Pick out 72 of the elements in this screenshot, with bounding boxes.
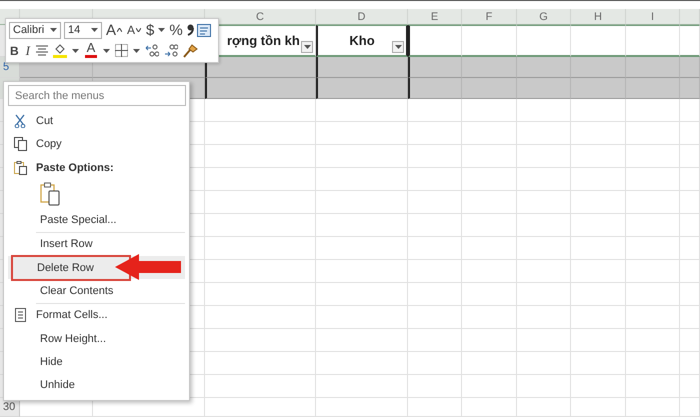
menu-item[interactable]: Copy <box>8 132 185 156</box>
filter-dropdown-button[interactable] <box>301 41 313 53</box>
font-name-dropdown[interactable]: Calibri <box>9 22 61 39</box>
menu-item[interactable]: Unhide <box>8 374 185 397</box>
font-size-dropdown[interactable]: 14 <box>64 22 102 39</box>
table-cell[interactable] <box>462 57 517 78</box>
header-cell-text: rợng tồn kh <box>227 33 300 48</box>
menu-item[interactable]: Cut <box>8 109 185 133</box>
decrease-decimal-icon[interactable] <box>164 44 178 58</box>
format-painter-icon[interactable] <box>183 44 198 58</box>
copy-icon <box>14 137 26 152</box>
column-header[interactable]: G <box>517 9 571 25</box>
table-cell[interactable] <box>205 57 316 78</box>
clipboard-icon <box>14 160 26 175</box>
caret-down-icon <box>136 28 142 32</box>
caret-icon <box>133 48 140 53</box>
comma-style-icon[interactable] <box>186 24 194 36</box>
table-cell[interactable] <box>626 57 680 78</box>
caret-icon <box>72 48 80 53</box>
menu-item[interactable]: Format Cells... <box>8 304 185 328</box>
table-cell[interactable] <box>408 78 462 99</box>
align-center-icon[interactable] <box>36 45 48 56</box>
table-cell[interactable] <box>408 57 462 78</box>
table-cell[interactable] <box>316 78 408 99</box>
wrap-text-icon[interactable] <box>196 24 211 37</box>
table-cell[interactable] <box>462 78 517 99</box>
table-cell[interactable] <box>571 57 626 78</box>
table-cell[interactable] <box>626 78 680 99</box>
header-cell-text: Kho <box>349 33 375 48</box>
shrink-font-button[interactable]: A <box>126 21 142 40</box>
caret-icon <box>103 48 110 53</box>
caret-icon <box>158 28 166 32</box>
table-cell[interactable] <box>517 78 571 99</box>
fill-color-icon[interactable] <box>53 43 68 58</box>
caret-icon <box>394 45 402 49</box>
caret-up-icon <box>117 28 122 32</box>
menu-item[interactable]: Hide <box>8 350 185 374</box>
column-header[interactable]: D <box>316 9 408 25</box>
paste-button-icon[interactable] <box>40 182 60 206</box>
percent-button[interactable]: % <box>168 21 184 40</box>
column-header[interactable]: I <box>626 9 680 25</box>
caret-icon <box>91 28 98 32</box>
menu-item[interactable]: Paste Special... <box>8 208 185 232</box>
menu-item[interactable]: Clear Contents <box>8 279 185 303</box>
arrow-annotation <box>115 254 181 280</box>
menu-item[interactable]: Row Height... <box>8 327 185 350</box>
caret-icon <box>304 45 310 49</box>
bold-button[interactable]: B <box>9 42 20 60</box>
table-cell[interactable] <box>205 78 316 99</box>
font-color-button[interactable]: A <box>84 42 98 60</box>
table-cell[interactable] <box>517 57 571 78</box>
currency-button[interactable]: $ <box>145 21 156 40</box>
column-header[interactable]: E <box>408 9 462 25</box>
table-cell[interactable] <box>571 78 626 99</box>
italic-button[interactable]: I <box>24 42 32 60</box>
column-header[interactable]: H <box>571 9 626 25</box>
filter-dropdown-button[interactable] <box>392 41 404 53</box>
caret-icon <box>50 28 57 32</box>
format-cells-icon <box>14 308 26 322</box>
table-cell[interactable] <box>316 57 408 78</box>
table-cell[interactable] <box>680 57 700 78</box>
search-field[interactable]: Search the menus <box>8 85 186 106</box>
menu-item[interactable]: Insert Row <box>8 232 185 256</box>
borders-icon[interactable] <box>115 44 128 58</box>
scissors-icon <box>14 114 26 128</box>
column-header[interactable]: C <box>205 9 316 25</box>
column-header[interactable]: F <box>462 9 517 25</box>
column-header[interactable] <box>680 9 700 25</box>
section-heading: Paste Options: <box>36 162 114 174</box>
increase-decimal-icon[interactable] <box>145 44 160 58</box>
table-cell[interactable] <box>680 78 700 99</box>
grow-font-button[interactable]: A <box>105 21 124 40</box>
